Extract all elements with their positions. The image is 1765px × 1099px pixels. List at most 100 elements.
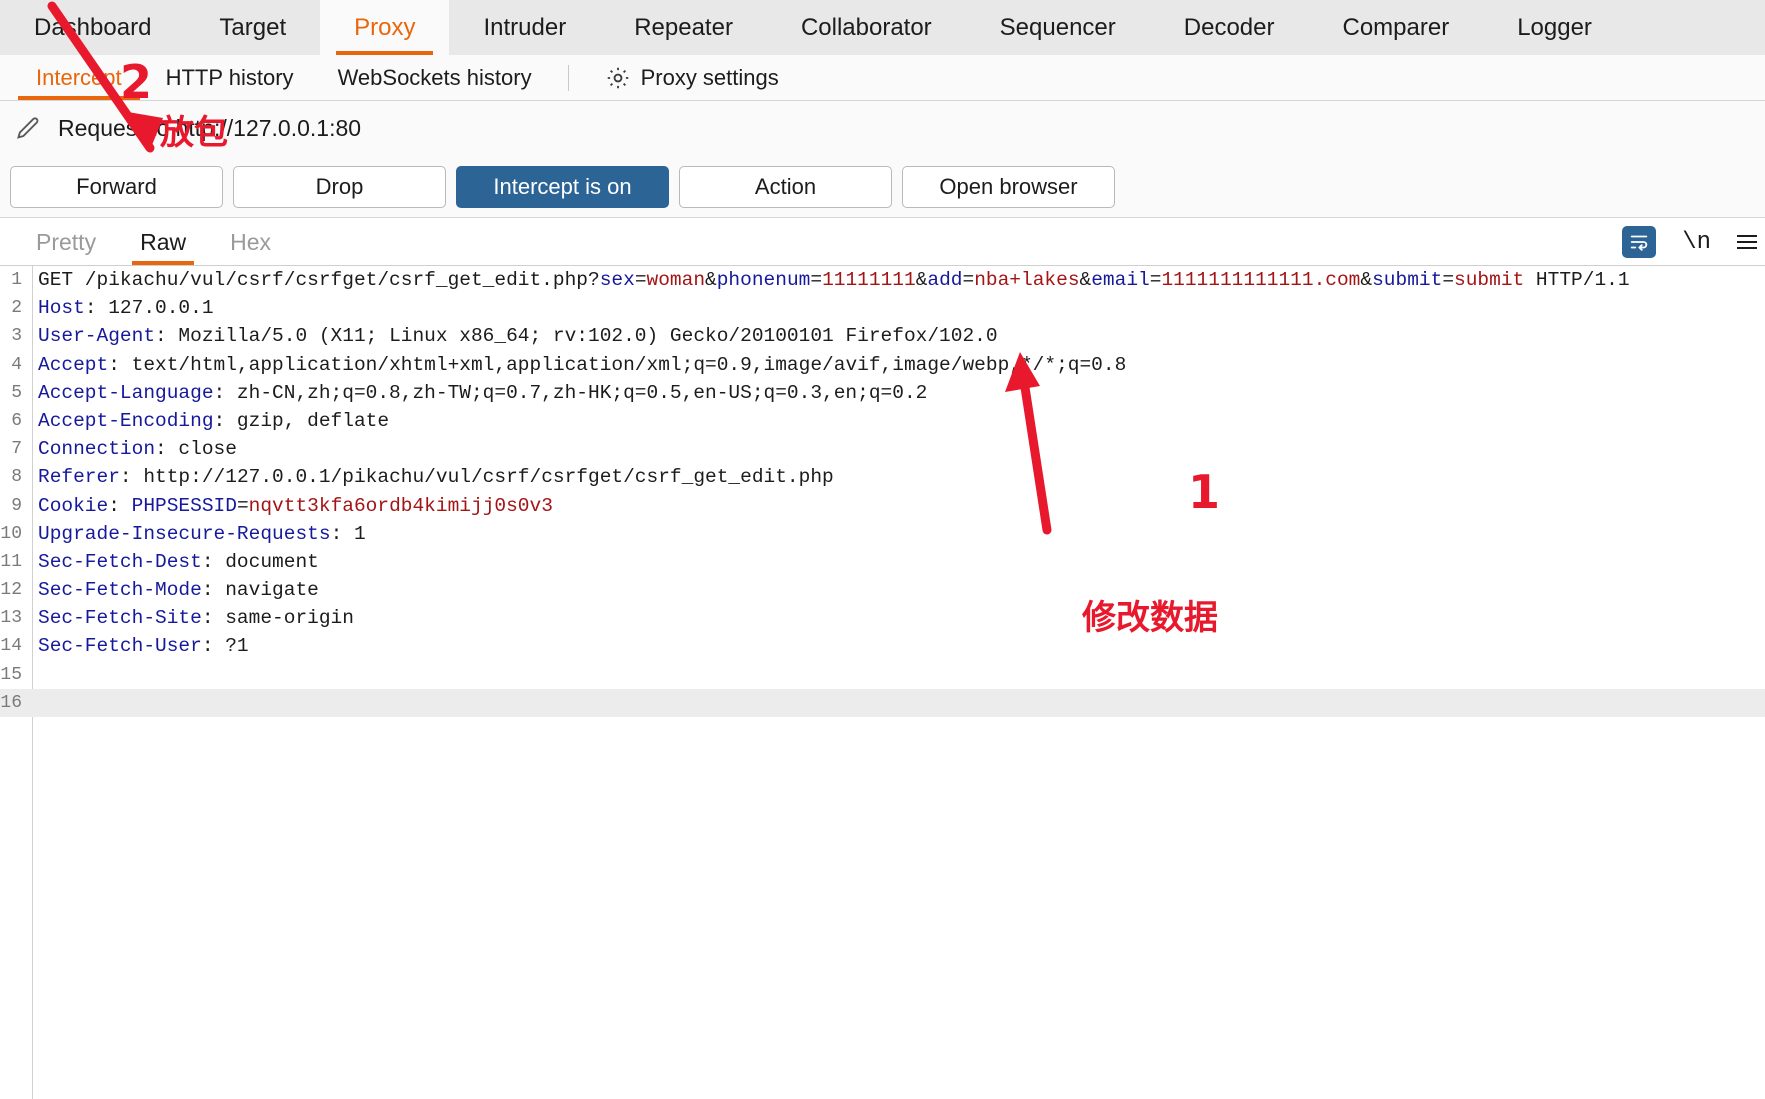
button-label: Drop (315, 173, 364, 199)
token: : 127.0.0.1 (84, 297, 214, 320)
request-line[interactable]: 15 (0, 661, 1765, 689)
token: Sec-Fetch-Mode (38, 579, 202, 602)
line-content: Sec-Fetch-User: ?1 (30, 632, 249, 660)
line-content: User-Agent: Mozilla/5.0 (X11; Linux x86_… (30, 322, 998, 350)
button-label: Forward (76, 173, 157, 199)
hamburger-menu-icon[interactable] (1737, 235, 1757, 249)
view-tab-pretty[interactable]: Pretty (14, 219, 118, 265)
token: sex (599, 269, 635, 291)
line-content: Accept-Encoding: gzip, deflate (30, 407, 389, 435)
proxy-sub-tab-label: WebSockets history (337, 64, 532, 90)
main-tab-label: Dashboard (34, 13, 152, 41)
line-content: Sec-Fetch-Site: same-origin (30, 604, 354, 632)
token: : gzip, deflate (213, 409, 390, 432)
request-line[interactable]: 9 Cookie: PHPSESSID=nqvtt3kfa6ordb4kimijj… (0, 492, 1765, 520)
word-wrap-icon[interactable] (1622, 226, 1657, 258)
request-line[interactable]: 16 (0, 688, 1765, 717)
token: : close (155, 438, 237, 461)
line-content: Connection: close (30, 435, 237, 463)
newline-toggle[interactable]: \n (1682, 229, 1711, 256)
view-tab-label: Hex (230, 228, 271, 255)
token: add (927, 269, 963, 291)
request-line[interactable]: 11 Sec-Fetch-Dest: document (0, 548, 1765, 576)
main-tab-label: Comparer (1342, 13, 1450, 41)
forward-button[interactable]: Forward (10, 165, 223, 208)
request-line[interactable]: 2 Host: 127.0.0.1 (0, 294, 1765, 322)
action-button[interactable]: Action (679, 165, 892, 208)
view-tab-raw[interactable]: Raw (118, 219, 208, 265)
main-tab-dashboard[interactable]: Dashboard (0, 0, 185, 55)
token: : navigate (201, 579, 319, 602)
line-content: Host: 127.0.0.1 (30, 294, 214, 322)
token: : ?1 (201, 635, 249, 658)
proxy-sub-tab-websockets-history[interactable]: WebSockets history (316, 55, 554, 100)
line-number: 6 (11, 410, 22, 431)
line-content: Upgrade-Insecure-Requests: 1 (30, 520, 366, 548)
open-browser-button[interactable]: Open browser (902, 165, 1115, 208)
token: : text/html,application/xhtml+xml,applic… (108, 353, 1127, 376)
token: Accept-Language (38, 381, 214, 404)
token: HTTP/1.1 (1524, 269, 1630, 291)
token: Accept (38, 353, 109, 376)
button-label: Action (754, 173, 817, 199)
request-line[interactable]: 3 User-Agent: Mozilla/5.0 (X11; Linux x86… (0, 322, 1765, 350)
token: : 1 (330, 522, 366, 545)
token: : http://127.0.0.1/pikachu/vul/csrf/csrf… (119, 466, 834, 489)
request-line[interactable]: 4 Accept: text/html,application/xhtml+xml… (0, 351, 1765, 379)
token: email (1091, 269, 1150, 291)
line-number: 15 (0, 664, 22, 685)
request-line[interactable]: 10 Upgrade-Insecure-Requests: 1 (0, 520, 1765, 548)
token: GET /pikachu/vul/csrf/csrfget/csrf_get_e… (38, 269, 600, 291)
token: Connection (38, 438, 156, 461)
burp-suite-window: Dashboard Target Proxy Intruder Repeater Coll… (0, 0, 1765, 1099)
request-line[interactable]: 1 GET /pikachu/vul/csrf/csrfget/csrf_get_… (0, 266, 1765, 294)
main-tab-repeater[interactable]: Repeater (600, 0, 767, 55)
intercept-is-on-button[interactable]: Intercept is on (456, 165, 669, 208)
request-line[interactable]: 12 Sec-Fetch-Mode: navigate (0, 576, 1765, 604)
token: : same-origin (201, 607, 354, 630)
main-tab-collaborator[interactable]: Collaborator (767, 0, 966, 55)
main-tab-comparer[interactable]: Comparer (1308, 0, 1483, 55)
main-tab-proxy[interactable]: Proxy (320, 0, 450, 55)
request-line[interactable]: 13 Sec-Fetch-Site: same-origin (0, 604, 1765, 632)
main-tab-label: Intruder (483, 13, 567, 41)
token: 11111111 (822, 269, 916, 291)
token: & (1079, 269, 1092, 291)
main-tab-target[interactable]: Target (185, 0, 320, 55)
token: PHPSESSID (131, 494, 237, 517)
main-tab-sequencer[interactable]: Sequencer (966, 0, 1150, 55)
view-tab-hex[interactable]: Hex (208, 219, 293, 265)
proxy-sub-tab-label: HTTP history (165, 64, 294, 90)
main-tab-decoder[interactable]: Decoder (1150, 0, 1309, 55)
token: : document (201, 550, 319, 573)
line-content: Sec-Fetch-Dest: document (30, 548, 319, 576)
token: & (1360, 269, 1373, 291)
proxy-sub-tab-http-history[interactable]: HTTP history (144, 55, 316, 100)
request-editor[interactable]: 1 GET /pikachu/vul/csrf/csrfget/csrf_get_… (0, 266, 1765, 1099)
request-line[interactable]: 6 Accept-Encoding: gzip, deflate (0, 407, 1765, 435)
token: nba+lakes (974, 269, 1080, 291)
proxy-sub-tab-intercept[interactable]: Intercept (14, 55, 144, 100)
token: = (962, 269, 975, 291)
main-tab-label: Logger (1517, 13, 1592, 41)
line-number: 1 (11, 270, 22, 290)
line-content: Accept: text/html,application/xhtml+xml,… (30, 351, 1126, 379)
line-content: Cookie: PHPSESSID=nqvtt3kfa6ordb4kimijj0… (30, 492, 553, 520)
line-number: 12 (0, 580, 22, 601)
token: Upgrade-Insecure-Requests (38, 522, 331, 545)
token: Sec-Fetch-Site (38, 607, 202, 630)
request-line[interactable]: 14 Sec-Fetch-User: ?1 (0, 632, 1765, 660)
main-tab-logger[interactable]: Logger (1483, 0, 1626, 55)
sub-tab-divider (567, 64, 569, 91)
request-raw-text[interactable]: 1 GET /pikachu/vul/csrf/csrfget/csrf_get_… (0, 266, 1765, 717)
main-tab-intruder[interactable]: Intruder (449, 0, 600, 55)
proxy-settings-button[interactable]: Proxy settings (583, 55, 801, 100)
drop-button[interactable]: Drop (233, 165, 446, 208)
request-line[interactable]: 7 Connection: close (0, 435, 1765, 463)
token: nqvtt3kfa6ordb4kimijj0s0v3 (248, 494, 553, 517)
main-tab-label: Decoder (1183, 13, 1275, 41)
request-line[interactable]: 8 Referer: http://127.0.0.1/pikachu/vul/c… (0, 463, 1765, 491)
main-tab-label: Sequencer (999, 13, 1116, 41)
request-line[interactable]: 5 Accept-Language: zh-CN,zh;q=0.8,zh-TW;q… (0, 379, 1765, 407)
main-tab-bar: Dashboard Target Proxy Intruder Repeater Coll… (0, 0, 1765, 56)
